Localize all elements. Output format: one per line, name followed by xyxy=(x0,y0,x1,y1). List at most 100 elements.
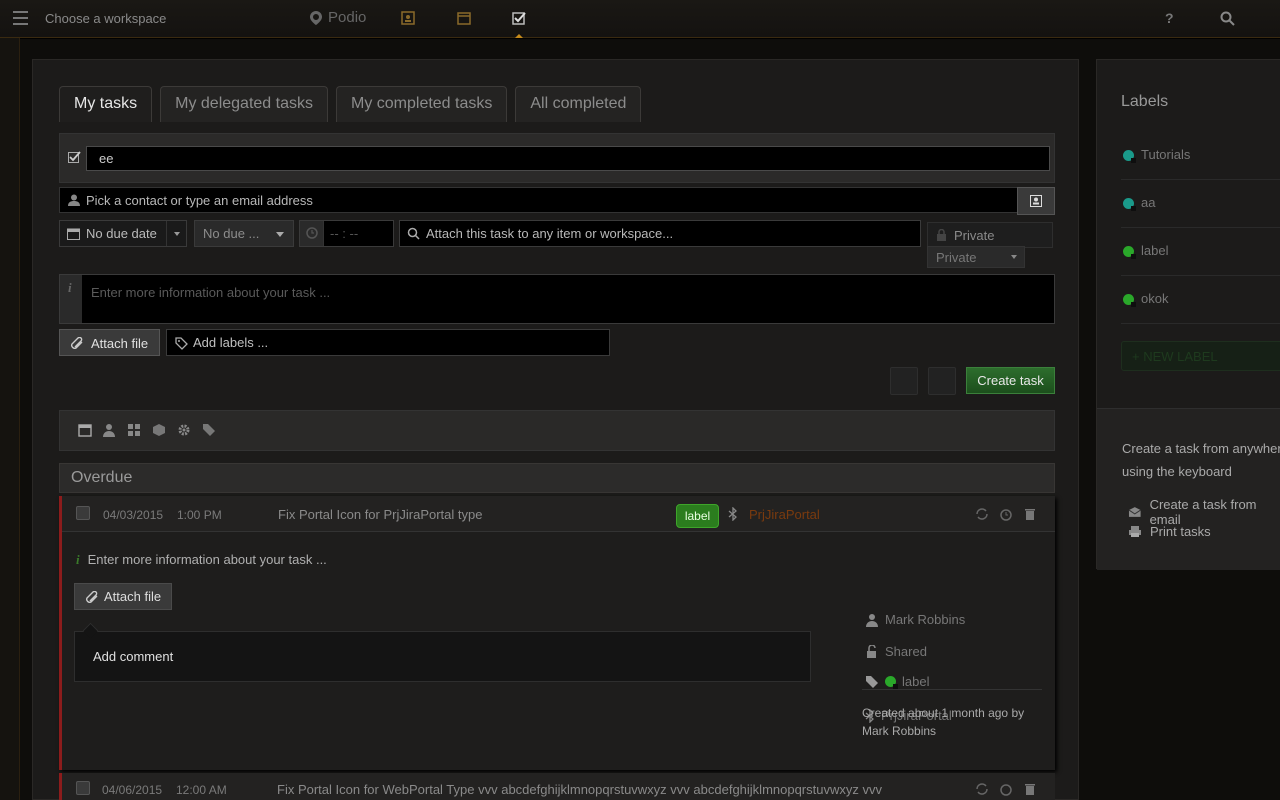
privacy-label: Private xyxy=(954,228,995,243)
checkbox-icon xyxy=(68,151,81,163)
person-icon[interactable] xyxy=(102,423,116,437)
created-info: Created about 1 month ago by Mark Robbin… xyxy=(862,706,1025,738)
reminder-icon[interactable] xyxy=(999,507,1013,521)
due-select-label: No due ... xyxy=(203,226,260,241)
logo-text: Podio xyxy=(328,9,367,26)
unlock-icon xyxy=(867,644,876,658)
address-book-icon xyxy=(1030,195,1042,207)
task-label-detail[interactable]: label xyxy=(865,674,929,689)
due-date-picker[interactable]: No due date xyxy=(59,220,187,247)
tab-all-completed[interactable]: All completed xyxy=(515,86,642,122)
task-time: 12:00 AM xyxy=(176,783,227,797)
labels-input[interactable]: Add labels ... xyxy=(166,329,610,356)
labels-title: Labels xyxy=(1121,93,1169,110)
tag-icon[interactable] xyxy=(202,423,216,437)
overdue-section-header: Overdue xyxy=(59,463,1055,493)
label-name: okok xyxy=(1141,291,1169,306)
divider xyxy=(862,689,1042,690)
print-tasks-link[interactable]: Print tasks xyxy=(1128,524,1211,539)
apps-icon[interactable] xyxy=(127,423,141,437)
description-field[interactable]: i Enter more information about your task… xyxy=(59,274,1055,324)
trash-icon[interactable] xyxy=(1023,507,1037,521)
new-label-button[interactable]: + NEW LABEL xyxy=(1121,341,1280,371)
add-comment-field[interactable]: Add comment xyxy=(74,631,811,682)
recurring-icon[interactable] xyxy=(975,782,989,796)
tab-my-tasks[interactable]: My tasks xyxy=(59,86,153,122)
contact-field[interactable]: Pick a contact or type an email address xyxy=(59,187,1055,215)
task-assignee[interactable]: Mark Robbins xyxy=(865,612,965,627)
description-placeholder: Enter more information about your task .… xyxy=(91,285,331,300)
add-comment-label: Add comment xyxy=(93,649,174,664)
task-visibility[interactable]: Shared xyxy=(865,644,927,659)
tab-my-delegated-tasks[interactable]: My delegated tasks xyxy=(160,86,328,122)
sidebar-label-item[interactable]: okok xyxy=(1121,276,1280,324)
task-date: 04/03/2015 xyxy=(103,508,164,522)
lock-icon xyxy=(937,229,946,241)
help-icon[interactable]: ? xyxy=(1165,10,1174,26)
privacy-select-label: Private xyxy=(936,250,977,265)
visibility-label: Shared xyxy=(885,644,927,659)
create-task-button[interactable]: Create task xyxy=(966,367,1055,394)
privacy-select[interactable]: Private xyxy=(927,246,1025,268)
reminder-button[interactable] xyxy=(928,367,956,395)
task-title[interactable]: Fix Portal Icon for WebPortal Type vvv a… xyxy=(277,782,882,797)
search-icon[interactable] xyxy=(1220,11,1235,26)
contacts-icon[interactable] xyxy=(401,11,415,25)
calendar-icon[interactable] xyxy=(78,423,92,437)
time-placeholder: -- : -- xyxy=(330,226,359,241)
search-icon xyxy=(407,227,420,240)
assignee-name: Mark Robbins xyxy=(885,612,966,627)
task-checkbox[interactable] xyxy=(76,506,90,520)
attach-to-input[interactable]: Attach this task to any item or workspac… xyxy=(399,220,921,247)
due-select[interactable]: No due ... xyxy=(194,220,294,247)
label-name: label xyxy=(902,674,930,689)
attach-file-button[interactable]: Attach file xyxy=(74,583,172,610)
podio-logo[interactable]: Podio xyxy=(308,9,366,26)
task-description-placeholder: Enter more information about your task .… xyxy=(87,552,327,567)
time-input[interactable]: -- : -- xyxy=(299,220,394,247)
label-color-dot xyxy=(1123,246,1136,259)
recurring-icon[interactable] xyxy=(975,507,989,521)
recurring-button[interactable] xyxy=(890,367,918,395)
task-label-badge[interactable]: label xyxy=(676,504,719,528)
tasks-panel: My tasks My delegated tasks My completed… xyxy=(32,59,1079,800)
sidebar-label-item[interactable]: aa xyxy=(1121,180,1280,228)
box-icon[interactable] xyxy=(152,423,166,437)
task-checkbox[interactable] xyxy=(76,781,90,795)
reminder-icon[interactable] xyxy=(999,782,1013,796)
task-item[interactable]: 04/06/2015 12:00 AM Fix Portal Icon for … xyxy=(59,773,1055,800)
calendar-icon[interactable] xyxy=(457,11,471,25)
task-reference-link[interactable]: PrjJiraPortal xyxy=(749,507,820,522)
gear-icon[interactable] xyxy=(177,423,191,437)
task-header[interactable]: 04/03/2015 1:00 PM Fix Portal Icon for P… xyxy=(62,496,1055,532)
section-title: Overdue xyxy=(71,469,133,486)
contact-placeholder: Pick a contact or type an email address xyxy=(86,193,313,208)
labels-sidebar: Labels Tutorials aa label okok + NEW LAB… xyxy=(1096,59,1280,570)
label-color-dot xyxy=(1123,198,1136,211)
email-task-link[interactable]: Create a task from email xyxy=(1128,497,1280,527)
task-title[interactable]: Fix Portal Icon for PrjJiraPortal type xyxy=(278,507,482,522)
task-description[interactable]: i Enter more information about your task … xyxy=(76,552,327,568)
privacy-toggle[interactable]: Private xyxy=(927,222,1053,248)
tasks-icon[interactable] xyxy=(512,11,526,25)
menu-icon[interactable] xyxy=(13,11,28,25)
email-link-label: Create a task from email xyxy=(1149,497,1257,527)
grouping-toolbar xyxy=(59,410,1055,451)
new-label-text: + NEW LABEL xyxy=(1132,349,1218,364)
attach-to-placeholder: Attach this task to any item or workspac… xyxy=(426,226,674,241)
label-color-dot xyxy=(1123,150,1136,163)
sidebar-label-item[interactable]: Tutorials xyxy=(1121,132,1280,180)
attach-file-button[interactable]: Attach file xyxy=(59,329,160,356)
new-task-row xyxy=(59,133,1055,183)
trash-icon[interactable] xyxy=(1023,782,1037,796)
due-date-dropdown[interactable] xyxy=(166,221,186,246)
task-title-input[interactable] xyxy=(86,146,1050,171)
contact-picker-button[interactable] xyxy=(1017,187,1055,215)
paperclip-icon xyxy=(86,591,98,603)
person-icon xyxy=(68,194,80,206)
workspace-switcher[interactable]: Choose a workspace xyxy=(45,11,166,26)
sidebar-label-item[interactable]: label xyxy=(1121,228,1280,276)
top-bar: Choose a workspace Podio ? xyxy=(0,0,1280,38)
tab-my-completed-tasks[interactable]: My completed tasks xyxy=(335,86,508,122)
print-link-label: Print tasks xyxy=(1150,524,1211,539)
